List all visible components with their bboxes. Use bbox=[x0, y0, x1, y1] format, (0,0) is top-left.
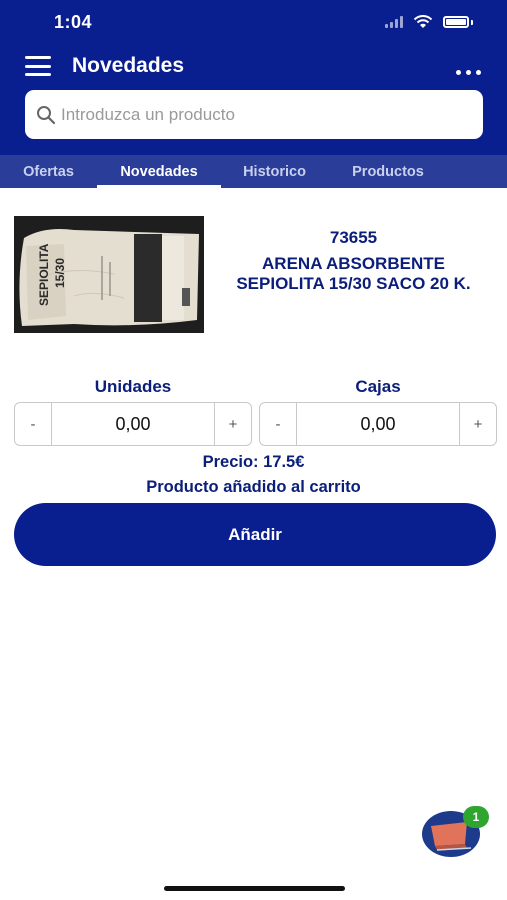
svg-text:SEPIOLITA: SEPIOLITA bbox=[37, 243, 51, 306]
wifi-icon bbox=[413, 15, 433, 28]
svg-text:15/30: 15/30 bbox=[53, 258, 67, 288]
status-time: 1:04 bbox=[54, 12, 93, 32]
boxes-input[interactable]: 0,00 bbox=[296, 403, 460, 445]
search-bar[interactable] bbox=[25, 90, 483, 139]
app-header: 1:04 Novedades bbox=[0, 0, 507, 155]
product-image-graphic: SEPIOLITA 15/30 bbox=[14, 216, 204, 333]
status-message: Producto añadido al carrito bbox=[146, 478, 361, 496]
product-name: ARENA ABSORBENTE SEPIOLITA 15/30 SACO 20… bbox=[210, 254, 497, 294]
home-indicator[interactable] bbox=[164, 886, 345, 891]
tab-historico[interactable]: Historico bbox=[221, 155, 328, 188]
status-icons bbox=[385, 15, 473, 29]
tab-ofertas[interactable]: Ofertas bbox=[0, 155, 97, 188]
tab-productos[interactable]: Productos bbox=[328, 155, 448, 188]
units-stepper: - 0,00 + bbox=[14, 402, 252, 446]
units-label: Unidades bbox=[94, 377, 172, 396]
price-text: Precio: 17.5€ bbox=[202, 453, 305, 471]
search-icon bbox=[37, 105, 56, 124]
product-name-line1: ARENA ABSORBENTE bbox=[262, 254, 445, 273]
boxes-decrement-button[interactable]: - bbox=[260, 403, 296, 445]
units-input[interactable]: 0,00 bbox=[51, 403, 215, 445]
units-increment-button[interactable]: + bbox=[215, 403, 251, 445]
signal-icon bbox=[385, 16, 403, 28]
boxes-stepper: - 0,00 + bbox=[259, 402, 497, 446]
tab-novedades[interactable]: Novedades bbox=[97, 155, 221, 188]
battery-icon bbox=[443, 16, 469, 28]
cart-count-badge: 1 bbox=[463, 806, 489, 828]
add-button[interactable]: Añadir bbox=[14, 503, 496, 566]
battery-tip bbox=[471, 19, 473, 25]
product-code: 73655 bbox=[329, 228, 378, 247]
page-title: Novedades bbox=[72, 54, 185, 77]
more-icon[interactable] bbox=[456, 70, 481, 75]
units-decrement-button[interactable]: - bbox=[15, 403, 51, 445]
tab-bar: Ofertas Novedades Historico Productos bbox=[0, 155, 507, 188]
product-name-line2: SEPIOLITA 15/30 SACO 20 K. bbox=[236, 274, 471, 293]
boxes-increment-button[interactable]: + bbox=[460, 403, 496, 445]
product-image: SEPIOLITA 15/30 bbox=[14, 216, 204, 333]
boxes-label: Cajas bbox=[355, 377, 401, 396]
search-input[interactable] bbox=[61, 104, 461, 125]
menu-icon[interactable] bbox=[25, 56, 51, 76]
